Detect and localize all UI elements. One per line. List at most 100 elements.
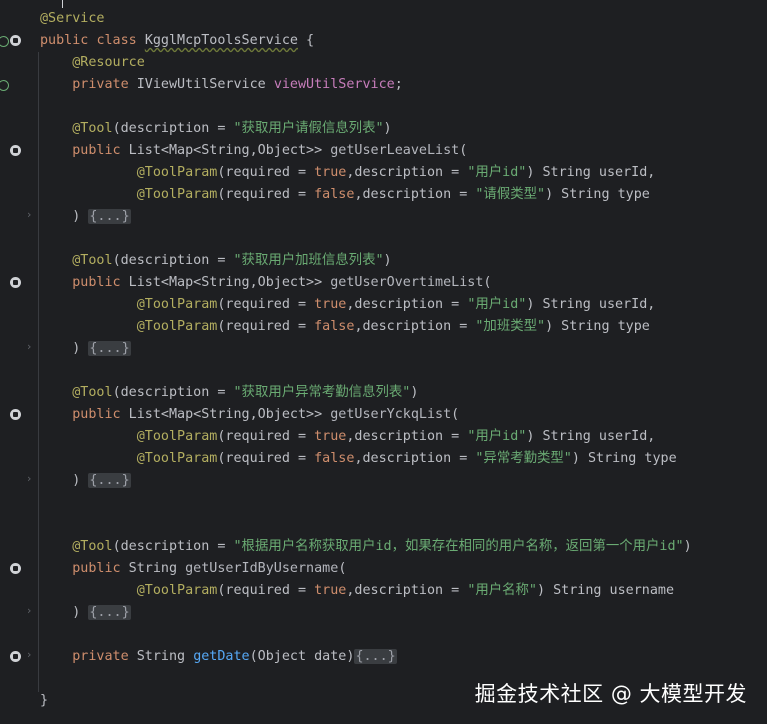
- folded-region[interactable]: {...}: [88, 209, 131, 224]
- string-literal: "用户id": [467, 297, 527, 312]
- annotation: @Tool: [72, 539, 113, 554]
- chevron-right-icon[interactable]: ›: [27, 472, 31, 485]
- method-name: getUserLeaveList: [330, 143, 460, 158]
- code-text: List<Map<String,Object>>: [120, 407, 331, 422]
- code-line[interactable]: @Tool(description = "获取用户加班信息列表"): [40, 250, 392, 272]
- bean-marker-icon[interactable]: [0, 80, 9, 91]
- chevron-right-icon[interactable]: ›: [27, 340, 31, 353]
- keyword: private: [72, 77, 129, 92]
- code-line[interactable]: @Resource: [40, 52, 145, 74]
- brace: {: [298, 33, 315, 48]
- keyword: true: [314, 583, 347, 598]
- code-line[interactable]: ) {...}: [40, 338, 131, 360]
- keyword: false: [314, 319, 355, 334]
- implementation-marker-icon[interactable]: [10, 277, 21, 288]
- folded-region[interactable]: {...}: [88, 605, 131, 620]
- indent-guide: [38, 52, 39, 692]
- code-text: (: [459, 143, 468, 158]
- annotation: @ToolParam: [136, 297, 218, 312]
- code-text: (required =: [217, 429, 315, 444]
- code-line[interactable]: @ToolParam(required = true,description =…: [40, 426, 656, 448]
- code-line[interactable]: public List<Map<String,Object>> getUserO…: [40, 272, 491, 294]
- code-text: ) String userId,: [526, 165, 656, 180]
- annotation: @Tool: [72, 121, 113, 136]
- code-line[interactable]: }: [40, 690, 48, 712]
- code-line[interactable]: @Service: [40, 8, 105, 30]
- code-line[interactable]: @Tool(description = "根据用户名称获取用户id，如果存在相同…: [40, 536, 692, 558]
- code-text: ,description =: [354, 319, 476, 334]
- code-text: ) String type: [545, 187, 650, 202]
- chevron-right-icon[interactable]: ›: [27, 604, 31, 617]
- code-text: ): [683, 539, 692, 554]
- code-line[interactable]: public List<Map<String,Object>> getUserL…: [40, 140, 467, 162]
- keyword: true: [314, 165, 347, 180]
- annotation: @ToolParam: [136, 583, 218, 598]
- code-text: (: [483, 275, 492, 290]
- string-literal: "用户id": [467, 429, 527, 444]
- text-caret: [62, 0, 63, 8]
- string-literal: "加班类型": [475, 319, 546, 334]
- implementation-marker-icon[interactable]: [10, 35, 21, 46]
- keyword: private: [72, 649, 129, 664]
- keyword: public: [72, 275, 121, 290]
- implementation-marker-icon[interactable]: [10, 145, 21, 156]
- watermark: 掘金技术社区 @ 大模型开发: [474, 682, 747, 706]
- keyword: true: [314, 429, 347, 444]
- folded-region[interactable]: {...}: [354, 649, 397, 664]
- code-line[interactable]: @ToolParam(required = true,description =…: [40, 294, 656, 316]
- code-text: (description =: [112, 539, 234, 554]
- code-text: (required =: [217, 319, 315, 334]
- code-text: ,description =: [354, 187, 476, 202]
- code-line[interactable]: ) {...}: [40, 206, 131, 228]
- code-text: ): [410, 385, 419, 400]
- keyword: false: [314, 451, 355, 466]
- code-line[interactable]: public List<Map<String,Object>> getUserY…: [40, 404, 459, 426]
- code-text: ,description =: [346, 429, 468, 444]
- implementation-marker-icon[interactable]: [10, 563, 21, 574]
- code-line[interactable]: @ToolParam(required = true,description =…: [40, 162, 656, 184]
- code-line[interactable]: private String getDate(Object date){...}: [40, 646, 397, 668]
- method-name: getUserOvertimeList: [330, 275, 484, 290]
- string-literal: "获取用户请假信息列表": [233, 121, 384, 136]
- code-line[interactable]: private IViewUtilService viewUtilService…: [40, 74, 403, 96]
- code-editor[interactable]: › › › › › @Service public class KgglMcpT…: [0, 0, 767, 724]
- code-text: ,description =: [354, 451, 476, 466]
- code-line[interactable]: @Tool(description = "获取用户异常考勤信息列表"): [40, 382, 418, 404]
- folded-region[interactable]: {...}: [88, 341, 131, 356]
- code-line[interactable]: @Tool(description = "获取用户请假信息列表"): [40, 118, 391, 140]
- code-text: ): [72, 473, 89, 488]
- code-text: String: [128, 649, 194, 664]
- code-line[interactable]: @ToolParam(required = false,description …: [40, 316, 650, 338]
- chevron-right-icon[interactable]: ›: [27, 208, 31, 221]
- folded-region[interactable]: {...}: [88, 473, 131, 488]
- code-text: ,description =: [346, 297, 468, 312]
- code-line[interactable]: ) {...}: [40, 602, 131, 624]
- code-text: ,description =: [346, 583, 468, 598]
- code-text: ) String type: [545, 319, 650, 334]
- code-text: (required =: [217, 451, 315, 466]
- code-text: (description =: [112, 253, 234, 268]
- code-text: ) String userId,: [526, 297, 656, 312]
- keyword: class: [96, 33, 137, 48]
- code-line[interactable]: @ToolParam(required = true,description =…: [40, 580, 674, 602]
- code-text: (: [338, 561, 347, 576]
- code-line[interactable]: public class KgglMcpToolsService {: [40, 30, 314, 52]
- bean-marker-icon[interactable]: [0, 36, 9, 47]
- code-text: (: [451, 407, 460, 422]
- code-line[interactable]: ) {...}: [40, 470, 131, 492]
- method-name: getUserIdByUsername: [185, 561, 339, 576]
- implementation-marker-icon[interactable]: [10, 409, 21, 420]
- code-line[interactable]: @ToolParam(required = false,description …: [40, 184, 650, 206]
- string-literal: "用户id": [467, 165, 527, 180]
- code-line[interactable]: public String getUserIdByUsername(: [40, 558, 346, 580]
- implementation-marker-icon[interactable]: [10, 651, 21, 662]
- keyword: false: [314, 187, 355, 202]
- code-line[interactable]: @ToolParam(required = false,description …: [40, 448, 677, 470]
- keyword: public: [72, 561, 121, 576]
- code-text: List<Map<String,Object>>: [120, 275, 331, 290]
- chevron-right-icon[interactable]: ›: [27, 648, 31, 661]
- code-text: ) String username: [537, 583, 675, 598]
- code-text: ): [383, 253, 392, 268]
- field-name: viewUtilService: [273, 77, 395, 92]
- code-text: ) String type: [571, 451, 677, 466]
